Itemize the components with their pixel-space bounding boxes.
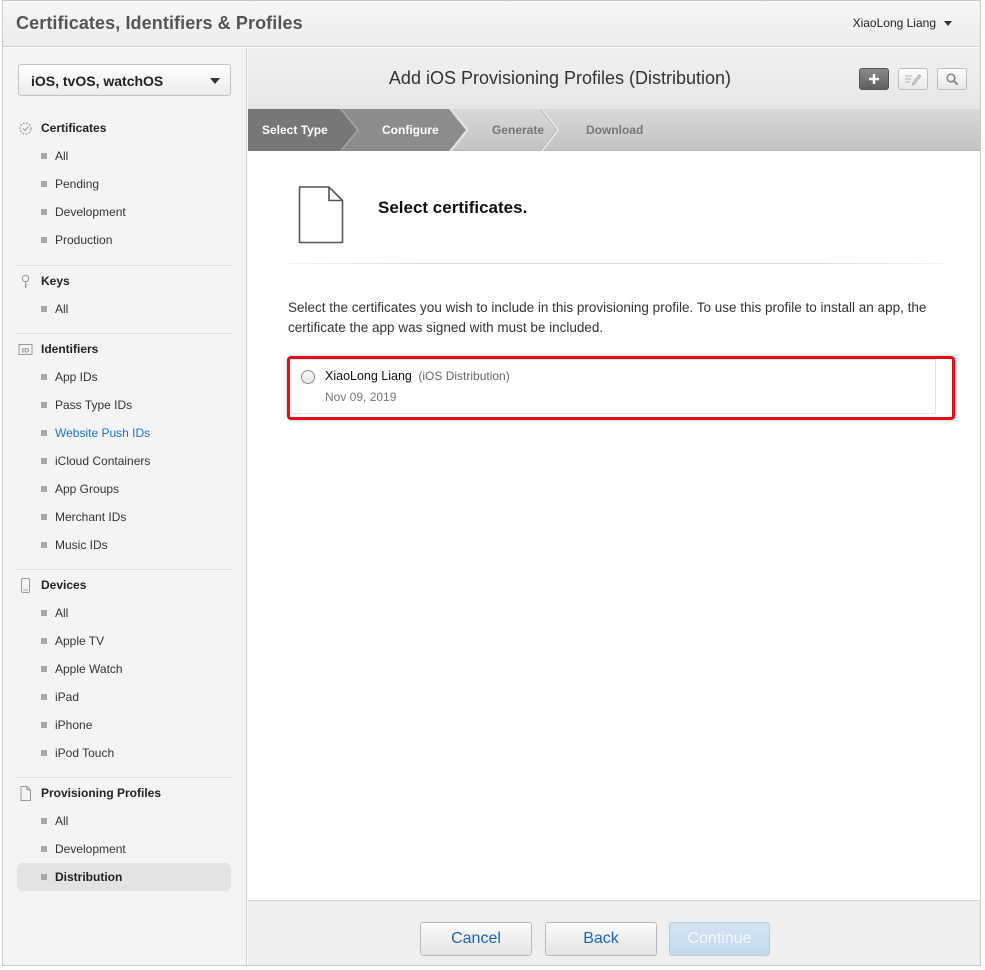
search-button[interactable] — [937, 68, 967, 90]
main-panel: Add iOS Provisioning Profiles (Distribut… — [248, 48, 980, 965]
sidebar-item-website-push-ids[interactable]: Website Push IDs — [17, 419, 231, 447]
bullet — [41, 374, 47, 380]
section-devices: Devices All Apple TV Apple Watch iPad iP… — [17, 571, 231, 767]
chevron-down-icon — [210, 78, 220, 84]
sidebar-item-certificates-all[interactable]: All — [17, 142, 231, 170]
sidebar-item-certificates-pending[interactable]: Pending — [17, 170, 231, 198]
sidebar-item-certificates-development[interactable]: Development — [17, 198, 231, 226]
section-title-keys: Keys — [17, 267, 231, 295]
section-title-provisioning-profiles: Provisioning Profiles — [17, 779, 231, 807]
certificate-name: XiaoLong Liang — [325, 369, 412, 383]
section-keys: Keys All — [17, 267, 231, 323]
sidebar-divider — [17, 569, 231, 570]
step-select-type: Select Type — [262, 123, 328, 137]
bullet — [41, 181, 47, 187]
content-title: Select certificates. — [378, 198, 528, 217]
content-divider — [288, 263, 946, 264]
app-window: Certificates, Identifiers & Profiles Xia… — [2, 0, 981, 966]
cancel-button[interactable]: Cancel — [420, 922, 532, 956]
sidebar-item-app-ids[interactable]: App IDs — [17, 363, 231, 391]
sidebar: iOS, tvOS, watchOS Certificates All Pend… — [3, 48, 247, 965]
top-bar: Certificates, Identifiers & Profiles Xia… — [3, 1, 980, 47]
main-header: Add iOS Provisioning Profiles (Distribut… — [248, 48, 980, 109]
continue-button[interactable]: Continue — [669, 922, 770, 956]
sidebar-item-ipad[interactable]: iPad — [17, 683, 231, 711]
sidebar-item-apple-tv[interactable]: Apple TV — [17, 627, 231, 655]
sidebar-item-devices-all[interactable]: All — [17, 599, 231, 627]
progress-steps: Select Type Configure Generate Download — [248, 109, 980, 151]
bullet — [41, 153, 47, 159]
id-icon: ID — [17, 341, 33, 357]
bullet — [41, 237, 47, 243]
section-title-devices: Devices — [17, 571, 231, 599]
bullet — [41, 750, 47, 756]
document-icon — [298, 186, 344, 244]
edit-button[interactable] — [898, 68, 928, 90]
key-icon — [17, 273, 33, 289]
footer: Cancel Back Continue — [248, 900, 980, 965]
back-button[interactable]: Back — [545, 922, 657, 956]
certificate-type: (iOS Distribution) — [418, 369, 510, 383]
sidebar-item-merchant-ids[interactable]: Merchant IDs — [17, 503, 231, 531]
section-title-certificates: Certificates — [17, 114, 231, 142]
bullet — [41, 638, 47, 644]
document-icon — [17, 785, 33, 801]
certificate-option[interactable]: XiaoLong Liang (iOS Distribution) Nov 09… — [291, 359, 936, 414]
sidebar-divider — [17, 265, 231, 266]
add-button[interactable] — [859, 68, 889, 90]
sidebar-item-pass-type-ids[interactable]: Pass Type IDs — [17, 391, 231, 419]
section-title-identifiers: ID Identifiers — [17, 335, 231, 363]
section-identifiers: ID Identifiers App IDs Pass Type IDs Web… — [17, 335, 231, 559]
search-icon — [946, 73, 959, 86]
edit-icon — [905, 74, 922, 86]
chevron-down-icon — [944, 20, 952, 26]
certificate-date: Nov 09, 2019 — [325, 390, 397, 404]
bullet — [41, 209, 47, 215]
bullet — [41, 542, 47, 548]
app-title: Certificates, Identifiers & Profiles — [16, 13, 303, 33]
platform-select[interactable]: iOS, tvOS, watchOS — [18, 64, 231, 96]
bullet — [41, 846, 47, 852]
platform-select-value: iOS, tvOS, watchOS — [31, 73, 164, 89]
certificate-name-line: XiaoLong Liang (iOS Distribution) — [325, 369, 510, 383]
bullet — [41, 818, 47, 824]
bullet — [41, 306, 47, 312]
bullet — [41, 722, 47, 728]
bullet — [41, 402, 47, 408]
sidebar-item-music-ids[interactable]: Music IDs — [17, 531, 231, 559]
sidebar-item-profiles-distribution[interactable]: Distribution — [17, 863, 231, 891]
sidebar-item-profiles-development[interactable]: Development — [17, 835, 231, 863]
sidebar-item-apple-watch[interactable]: Apple Watch — [17, 655, 231, 683]
bullet — [41, 666, 47, 672]
sidebar-divider — [17, 777, 231, 778]
bullet — [41, 430, 47, 436]
sidebar-item-ipod-touch[interactable]: iPod Touch — [17, 739, 231, 767]
bullet — [41, 610, 47, 616]
device-icon — [17, 577, 33, 593]
step-generate: Generate — [492, 123, 545, 137]
bullet — [41, 514, 47, 520]
bullet — [41, 874, 47, 880]
sidebar-item-iphone[interactable]: iPhone — [17, 711, 231, 739]
user-name: XiaoLong Liang — [852, 16, 936, 30]
certificate-icon — [17, 120, 33, 136]
plus-icon — [869, 74, 879, 84]
step-download: Download — [586, 123, 644, 137]
svg-text:ID: ID — [21, 346, 29, 354]
section-certificates: Certificates All Pending Development Pro… — [17, 114, 231, 254]
user-menu[interactable]: XiaoLong Liang — [853, 16, 952, 30]
bullet — [41, 458, 47, 464]
certificate-radio[interactable] — [301, 370, 315, 384]
sidebar-item-app-groups[interactable]: App Groups — [17, 475, 231, 503]
sidebar-item-certificates-production[interactable]: Production — [17, 226, 231, 254]
sidebar-item-profiles-all[interactable]: All — [17, 807, 231, 835]
section-provisioning-profiles: Provisioning Profiles All Development Di… — [17, 779, 231, 891]
sidebar-divider — [17, 333, 231, 334]
sidebar-item-icloud-containers[interactable]: iCloud Containers — [17, 447, 231, 475]
sidebar-item-keys-all[interactable]: All — [17, 295, 231, 323]
bullet — [41, 694, 47, 700]
bullet — [41, 486, 47, 492]
step-configure: Configure — [382, 123, 439, 137]
content-description: Select the certificates you wish to incl… — [288, 300, 927, 335]
